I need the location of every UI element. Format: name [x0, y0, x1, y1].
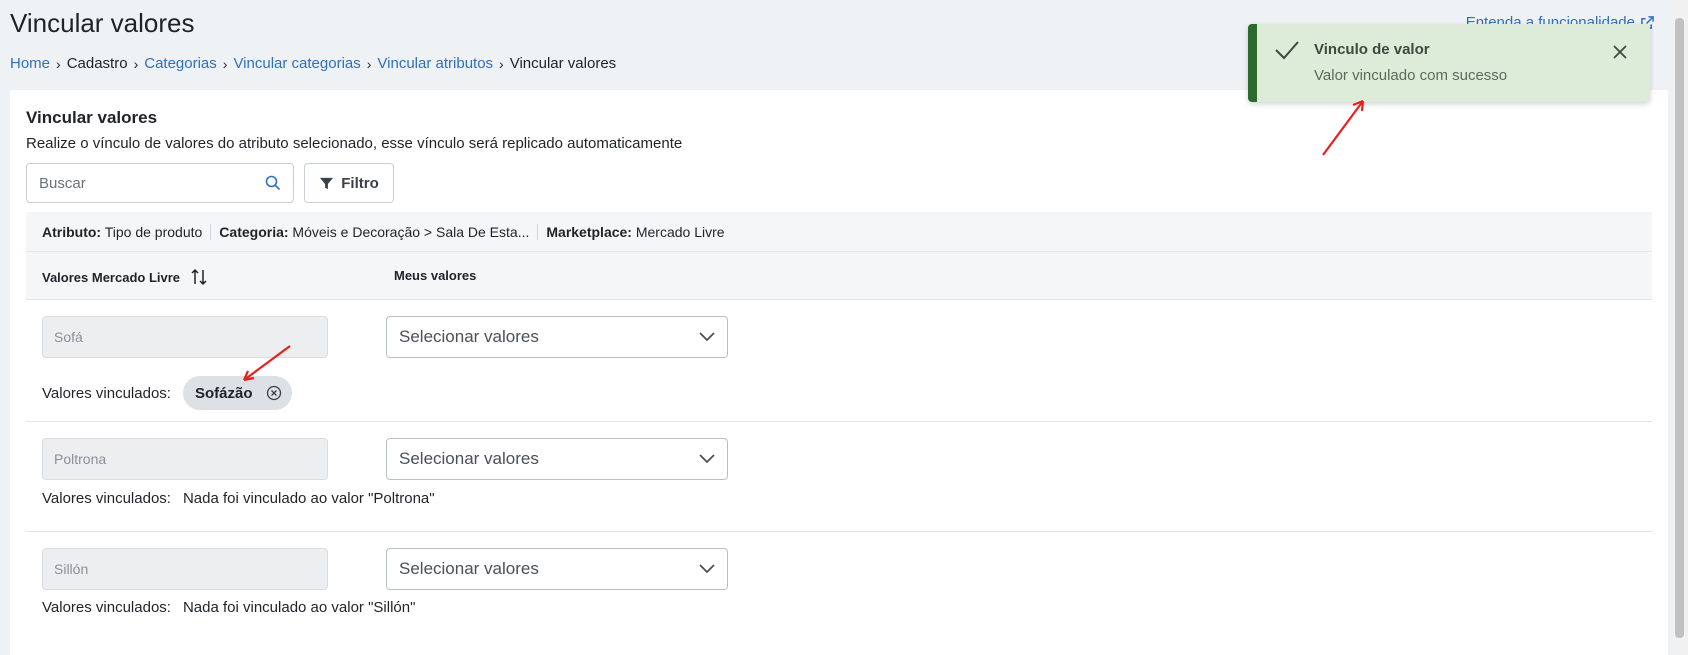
breadcrumb-categorias[interactable]: Categorias: [144, 55, 217, 72]
page-title: Vincular valores: [10, 8, 195, 38]
scrollbar[interactable]: [1671, 0, 1688, 655]
linked-values: Valores vinculados: Sofázão: [42, 376, 293, 410]
sort-icon[interactable]: [190, 268, 208, 286]
attribute-info-bar: Atributo: Tipo de produto Categoria: Móv…: [26, 212, 1652, 252]
linked-values-label: Valores vinculados:: [42, 599, 171, 616]
card-title: Vincular valores: [26, 108, 158, 127]
linked-values-label: Valores vinculados:: [42, 384, 171, 402]
breadcrumb-home[interactable]: Home: [10, 55, 50, 72]
linked-values-empty: Nada foi vinculado ao valor "Sillón": [182, 599, 416, 616]
table-row: Sofá Selecionar valores Valores vinculad…: [26, 300, 1652, 422]
breadcrumb-vincular-categorias[interactable]: Vincular categorias: [233, 55, 360, 72]
breadcrumb-current: Vincular valores: [509, 55, 617, 72]
chevron-right-icon: ›: [222, 55, 228, 72]
main-card: Vincular valores Realize o vínculo de va…: [10, 90, 1668, 655]
remove-chip-icon[interactable]: [266, 385, 282, 401]
info-marketplace-value: Mercado Livre: [635, 223, 725, 240]
info-marketplace-label: Marketplace:: [546, 223, 632, 240]
ml-value-field: Poltrona: [42, 438, 328, 480]
info-marketplace: Marketplace: Mercado Livre: [537, 223, 732, 240]
chevron-right-icon: ›: [56, 55, 61, 72]
linked-values: Valores vinculados: Nada foi vinculado a…: [42, 490, 435, 507]
breadcrumb-cadastro: Cadastro: [66, 55, 128, 72]
select-placeholder: Selecionar valores: [399, 449, 539, 468]
column-header-ml-label: Valores Mercado Livre: [42, 269, 181, 285]
ml-value-field: Sillón: [42, 548, 328, 590]
my-values-select[interactable]: Selecionar valores: [386, 548, 728, 590]
column-header-ml-values[interactable]: Valores Mercado Livre: [42, 268, 208, 286]
column-header-my-values: Meus valores: [394, 268, 477, 283]
linked-values: Valores vinculados: Nada foi vinculado a…: [42, 599, 415, 616]
info-attribute: Atributo: Tipo de produto: [42, 224, 210, 240]
toast-title: Vinculo de valor: [1314, 41, 1430, 58]
select-placeholder: Selecionar valores: [399, 559, 539, 578]
table-row: Poltrona Selecionar valores Valores vinc…: [26, 422, 1652, 532]
linked-values-label: Valores vinculados:: [42, 490, 171, 507]
success-toast: Vinculo de valor Valor vinculado com suc…: [1248, 24, 1650, 102]
select-placeholder: Selecionar valores: [399, 327, 539, 346]
breadcrumb: Home › Cadastro › Categorias › Vincular …: [10, 55, 616, 72]
my-values-select[interactable]: Selecionar valores: [386, 316, 728, 358]
card-description: Realize o vínculo de valores do atributo…: [26, 135, 683, 152]
filter-icon: [320, 177, 334, 189]
info-category-value: Móveis e Decoração > Sala De Esta...: [292, 223, 530, 240]
chip-label: Sofázão: [194, 384, 253, 402]
chevron-right-icon: ›: [133, 55, 139, 72]
close-icon[interactable]: [1612, 44, 1628, 60]
info-attribute-label: Atributo:: [42, 223, 102, 240]
chevron-down-icon: [699, 332, 715, 342]
info-category-label: Categoria:: [219, 223, 289, 240]
chevron-right-icon: ›: [499, 55, 504, 72]
breadcrumb-vincular-atributos[interactable]: Vincular atributos: [377, 55, 493, 72]
chevron-down-icon: [699, 564, 715, 574]
ml-value-field: Sofá: [42, 316, 328, 358]
table-header: Valores Mercado Livre Meus valores: [26, 252, 1652, 300]
table-row: Sillón Selecionar valores Valores vincul…: [26, 532, 1652, 655]
chevron-right-icon: ›: [366, 55, 372, 72]
my-values-select[interactable]: Selecionar valores: [386, 438, 728, 480]
linked-values-empty: Nada foi vinculado ao valor "Poltrona": [182, 490, 435, 507]
search-input[interactable]: [39, 174, 265, 192]
chevron-down-icon: [699, 454, 715, 464]
info-category: Categoria: Móveis e Decoração > Sala De …: [210, 223, 537, 240]
linked-value-chip: Sofázão: [182, 376, 293, 410]
info-attribute-value: Tipo de produto: [104, 223, 203, 240]
filter-button-label: Filtro: [341, 174, 379, 192]
filter-button[interactable]: Filtro: [304, 163, 394, 203]
check-icon: [1275, 41, 1299, 60]
toast-message: Valor vinculado com sucesso: [1314, 67, 1508, 84]
search-box: [26, 163, 294, 203]
search-icon[interactable]: [265, 175, 281, 191]
scrollbar-thumb[interactable]: [1675, 18, 1684, 638]
